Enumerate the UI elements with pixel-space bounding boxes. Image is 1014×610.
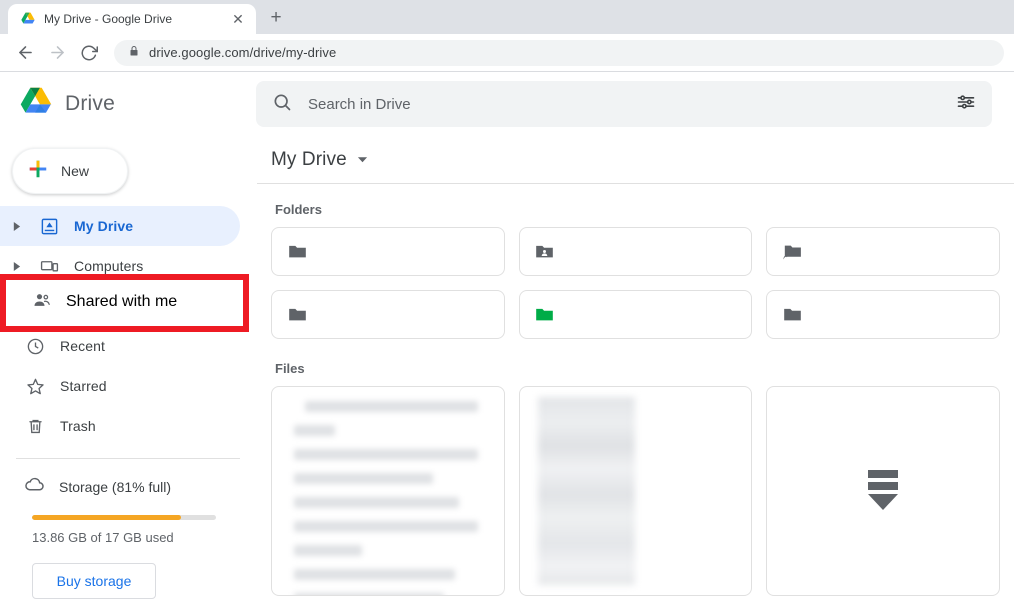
folder-icon — [286, 241, 308, 262]
shared-folder-icon — [534, 241, 556, 262]
arrow-forward-icon[interactable] — [42, 38, 72, 68]
page-title: My Drive — [271, 148, 347, 170]
sidebar-item-my-drive[interactable]: My Drive — [0, 206, 240, 246]
google-drive-favicon — [20, 11, 36, 27]
search-input[interactable]: Search in Drive — [256, 81, 992, 127]
star-icon — [24, 377, 46, 396]
storage-label: Storage (81% full) — [59, 479, 172, 495]
storage-link[interactable]: Storage (81% full) — [8, 473, 240, 501]
folder-card[interactable] — [518, 227, 753, 276]
drive-logo[interactable]: Drive — [0, 86, 256, 123]
file-card[interactable] — [518, 386, 753, 596]
files-section-label: Files — [275, 361, 305, 376]
folder-card[interactable] — [271, 227, 505, 276]
lock-icon — [128, 44, 140, 62]
main-content: My Drive Folders Files — [256, 136, 1014, 610]
sidebar-item-starred[interactable]: Starred — [0, 366, 240, 406]
google-drive-logo — [18, 86, 54, 123]
drive-body: New My Drive Computers Recent Starred Tr… — [0, 136, 1014, 610]
arrow-back-icon[interactable] — [10, 38, 40, 68]
close-icon[interactable]: ✕ — [230, 11, 246, 27]
reload-icon[interactable] — [74, 38, 104, 68]
storage-used-text: 13.86 GB of 17 GB used — [32, 530, 174, 545]
sidebar-item-recent[interactable]: Recent — [0, 326, 240, 366]
folder-card[interactable] — [518, 290, 753, 339]
sidebar: New My Drive Computers Recent Starred Tr… — [0, 136, 256, 610]
sidebar-item-shared-with-me[interactable]: Shared with me — [8, 282, 238, 322]
folder-icon — [781, 304, 803, 325]
content-scroll-area: Folders Files — [257, 184, 1014, 610]
file-preview-redacted — [520, 387, 752, 595]
sidebar-item-label: Recent — [60, 338, 105, 354]
file-preview-redacted — [272, 387, 504, 595]
search-placeholder: Search in Drive — [308, 95, 411, 113]
browser-tab-title: My Drive - Google Drive — [44, 12, 173, 26]
sidebar-item-computers[interactable]: Computers — [0, 246, 240, 286]
search-icon — [272, 92, 292, 117]
sidebar-item-trash[interactable]: Trash — [0, 406, 240, 446]
sidebar-item-label: My Drive — [74, 218, 134, 234]
google-plus-icon — [27, 158, 49, 185]
tune-icon[interactable] — [956, 92, 976, 117]
address-bar[interactable]: drive.google.com/drive/my-drive — [114, 39, 1004, 66]
content-header: My Drive — [257, 136, 1014, 184]
storage-section: Storage (81% full) 13.86 GB of 17 GB use… — [0, 459, 256, 599]
folder-icon — [286, 304, 308, 325]
browser-tab-bar: My Drive - Google Drive ✕ + — [0, 0, 1014, 34]
address-bar-url: drive.google.com/drive/my-drive — [149, 45, 337, 60]
sidebar-nav-list: My Drive Computers Recent Starred Trash — [0, 206, 256, 446]
folder-icon-green — [534, 304, 556, 325]
drive-logo-text: Drive — [65, 92, 116, 115]
my-drive-icon — [38, 217, 60, 236]
sidebar-item-label: Starred — [60, 378, 107, 394]
computers-icon — [38, 257, 60, 276]
buy-storage-button[interactable]: Buy storage — [32, 563, 156, 599]
sidebar-item-label: Computers — [74, 258, 144, 274]
search-wrap: Search in Drive — [256, 81, 1014, 127]
folders-grid — [271, 227, 1000, 339]
shortcut-folder-icon — [781, 240, 803, 263]
file-card[interactable] — [766, 386, 1000, 596]
clock-icon — [24, 337, 46, 356]
sidebar-item-label: Shared with me — [66, 293, 178, 310]
new-button-label: New — [61, 163, 90, 179]
trash-icon — [24, 417, 46, 436]
google-drive-app: Drive Search in Drive New My Drive Compu… — [0, 72, 1014, 610]
sidebar-item-label: Trash — [60, 418, 96, 434]
browser-tab[interactable]: My Drive - Google Drive ✕ — [8, 4, 256, 34]
cloud-icon — [24, 474, 45, 500]
drive-header: Drive Search in Drive — [0, 72, 1014, 136]
folder-card[interactable] — [766, 227, 1000, 276]
folders-section-label: Folders — [275, 202, 322, 217]
expand-caret-icon[interactable] — [8, 261, 24, 271]
chevron-down-icon[interactable] — [357, 154, 368, 165]
file-card[interactable] — [271, 386, 505, 596]
new-tab-button[interactable]: + — [262, 4, 290, 32]
folder-card[interactable] — [271, 290, 505, 339]
storage-progress-fill — [32, 515, 182, 520]
browser-toolbar: drive.google.com/drive/my-drive — [0, 34, 1014, 72]
expand-caret-icon[interactable] — [8, 221, 24, 231]
shared-people-icon — [32, 290, 52, 315]
new-button[interactable]: New — [12, 148, 128, 194]
files-grid — [271, 386, 1000, 596]
storage-progress-bar — [32, 515, 216, 520]
folder-card[interactable] — [766, 290, 1000, 339]
sort-descending-icon — [862, 466, 904, 517]
